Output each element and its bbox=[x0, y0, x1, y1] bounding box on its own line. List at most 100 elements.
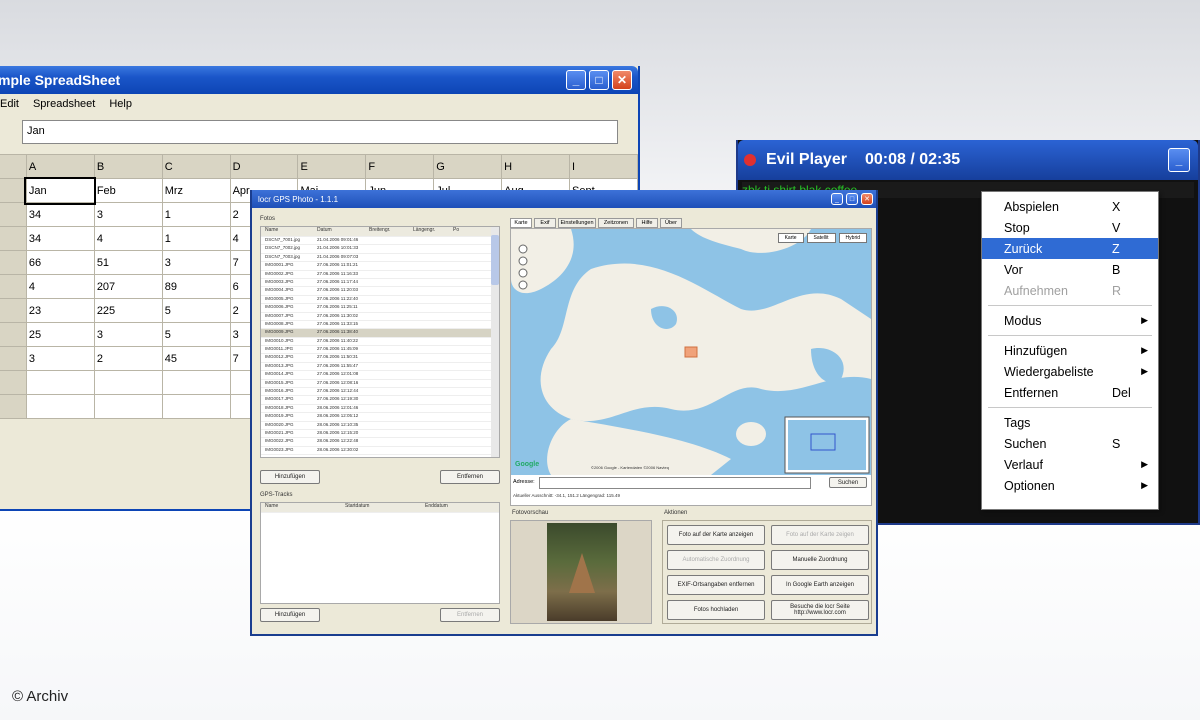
cell[interactable] bbox=[161, 394, 231, 419]
cell[interactable]: 5 bbox=[161, 322, 231, 347]
file-row[interactable]: IMG0018.JPG 28.06.2006 12:01:46 bbox=[261, 405, 499, 414]
cell[interactable]: 34 bbox=[25, 226, 95, 251]
context-menu-item[interactable]: Modus ▶ bbox=[982, 310, 1158, 331]
map-type-button[interactable]: Karte bbox=[777, 233, 804, 243]
context-menu-item[interactable]: Hinzufügen ▶ bbox=[982, 340, 1158, 361]
file-row[interactable]: IMG0009.JPG 27.06.2006 11:38:40 bbox=[261, 329, 499, 338]
action-button[interactable]: Automatische Zuordnung bbox=[667, 550, 765, 570]
file-row[interactable]: IMG0006.JPG 27.06.2006 11:25:11 bbox=[261, 304, 499, 313]
context-menu-item[interactable]: Abspielen X bbox=[982, 196, 1158, 217]
column-header[interactable]: C bbox=[161, 154, 231, 179]
column-header[interactable]: H bbox=[501, 154, 571, 179]
player-minimize-button[interactable]: _ bbox=[1168, 148, 1190, 172]
add-files-button[interactable]: Hinzufügen bbox=[260, 470, 320, 484]
context-menu-item[interactable]: Stop V bbox=[982, 217, 1158, 238]
add-track-button[interactable]: Hinzufügen bbox=[260, 608, 320, 622]
gps-close-button[interactable]: ✕ bbox=[861, 193, 873, 205]
column-header[interactable]: E bbox=[297, 154, 367, 179]
cell[interactable]: 1 bbox=[161, 226, 231, 251]
file-row[interactable]: IMG0007.JPG 27.06.2006 11:30:02 bbox=[261, 313, 499, 321]
action-button[interactable]: Foto auf der Karte zeigen bbox=[771, 525, 869, 545]
row-header[interactable] bbox=[0, 394, 27, 419]
map-type-button[interactable]: Hybrid bbox=[838, 233, 867, 243]
row-header[interactable] bbox=[0, 202, 27, 227]
file-row[interactable]: DSCN7_7001.jpg 21.04.2006 09:01:46 bbox=[261, 237, 499, 246]
column-header[interactable]: I bbox=[569, 154, 638, 179]
row-header[interactable] bbox=[0, 346, 27, 371]
cell[interactable]: Mrz bbox=[161, 178, 231, 203]
file-row[interactable]: IMG0005.JPG 27.06.2006 11:22:40 bbox=[261, 296, 499, 305]
row-header[interactable] bbox=[0, 250, 27, 275]
gps-titlebar[interactable]: locr GPS Photo - 1.1.1 _ □ ✕ bbox=[252, 190, 876, 208]
player-titlebar[interactable]: Evil Player 00:08 / 02:35 _ bbox=[738, 140, 1198, 180]
action-button[interactable]: Fotos hochladen bbox=[667, 600, 765, 620]
tab[interactable]: Einstellungen bbox=[558, 218, 596, 228]
row-header[interactable] bbox=[0, 370, 27, 395]
search-button[interactable]: Suchen bbox=[829, 477, 867, 488]
minimize-button[interactable]: _ bbox=[566, 70, 586, 90]
file-list-scrollbar[interactable] bbox=[491, 227, 499, 457]
context-menu-item[interactable]: Wiedergabeliste ▶ bbox=[982, 361, 1158, 382]
cell[interactable]: 3 bbox=[25, 346, 95, 371]
tab[interactable]: Exif bbox=[534, 218, 556, 228]
file-row[interactable]: IMG0014.JPG 27.06.2006 12:01:08 bbox=[261, 371, 499, 380]
row-header[interactable] bbox=[0, 178, 27, 203]
cell[interactable]: 51 bbox=[93, 250, 163, 275]
file-row[interactable]: DSCN7_7003.jpg 21.04.2006 09:07:03 bbox=[261, 254, 499, 263]
context-menu-item[interactable]: Verlauf ▶ bbox=[982, 454, 1158, 475]
row-header[interactable] bbox=[0, 226, 27, 251]
cell[interactable] bbox=[93, 394, 163, 419]
gps-maximize-button[interactable]: □ bbox=[846, 193, 858, 205]
file-column-header[interactable]: Breitengr. bbox=[369, 227, 413, 236]
cell[interactable]: 3 bbox=[161, 250, 231, 275]
cell[interactable]: 34 bbox=[25, 202, 95, 227]
cell[interactable]: 1 bbox=[161, 202, 231, 227]
file-row[interactable]: IMG0008.JPG 27.06.2006 11:33:15 bbox=[261, 321, 499, 330]
menu-spreadsheet[interactable]: Spreadsheet bbox=[33, 98, 95, 110]
context-menu-item[interactable]: Entfernen Del bbox=[982, 382, 1158, 403]
cell[interactable]: 2 bbox=[93, 346, 163, 371]
file-row[interactable]: IMG0011.JPG 27.06.2006 11:45:09 bbox=[261, 346, 499, 355]
address-input[interactable] bbox=[539, 477, 811, 489]
action-button[interactable]: Manuelle Zuordnung bbox=[771, 550, 869, 570]
cell[interactable]: 3 bbox=[93, 202, 163, 227]
cell[interactable] bbox=[93, 370, 163, 395]
tab[interactable]: Über bbox=[660, 218, 682, 228]
cell[interactable]: 89 bbox=[161, 274, 231, 299]
row-header[interactable] bbox=[0, 274, 27, 299]
column-header[interactable]: D bbox=[229, 154, 299, 179]
remove-track-button[interactable]: Entfernen bbox=[440, 608, 500, 622]
file-row[interactable]: IMG0004.JPG 27.06.2006 11:20:03 bbox=[261, 287, 499, 296]
cell[interactable] bbox=[161, 370, 231, 395]
file-row[interactable]: IMG0012.JPG 27.06.2006 11:50:31 bbox=[261, 354, 499, 363]
context-menu-item[interactable]: Vor B bbox=[982, 259, 1158, 280]
context-menu-item[interactable]: Tags bbox=[982, 412, 1158, 433]
file-row[interactable]: IMG0002.JPG 27.06.2006 11:16:33 bbox=[261, 271, 499, 279]
file-row[interactable]: IMG0017.JPG 27.06.2006 12:19:30 bbox=[261, 396, 499, 405]
file-row[interactable]: DSCN7_7002.jpg 21.04.2006 10:01:33 bbox=[261, 245, 499, 254]
formula-input[interactable]: Jan bbox=[22, 120, 618, 144]
file-row[interactable]: IMG0001.JPG 27.06.2006 11:01:21 bbox=[261, 262, 499, 271]
tab[interactable]: Zeitzonen bbox=[598, 218, 634, 228]
column-header[interactable]: G bbox=[433, 154, 503, 179]
context-menu-item[interactable]: Optionen ▶ bbox=[982, 475, 1158, 496]
map-view[interactable] bbox=[511, 229, 871, 475]
map-type-button[interactable]: Satellit bbox=[806, 233, 836, 243]
file-row[interactable]: IMG0020.JPG 28.06.2006 12:10:35 bbox=[261, 422, 499, 430]
file-row[interactable]: IMG0003.JPG 27.06.2006 11:17:44 bbox=[261, 279, 499, 288]
file-row[interactable]: IMG0010.JPG 27.06.2006 11:40:22 bbox=[261, 338, 499, 347]
file-row[interactable]: IMG0019.JPG 28.06.2006 12:05:12 bbox=[261, 413, 499, 422]
cell[interactable]: 66 bbox=[25, 250, 95, 275]
cell[interactable] bbox=[25, 394, 95, 419]
corner-cell[interactable] bbox=[0, 154, 27, 179]
file-row[interactable]: IMG0015.JPG 27.06.2006 12:08:16 bbox=[261, 380, 499, 389]
cell[interactable]: 225 bbox=[93, 298, 163, 323]
cell[interactable]: Feb bbox=[93, 178, 163, 203]
cell[interactable] bbox=[25, 370, 95, 395]
row-header[interactable] bbox=[0, 298, 27, 323]
action-button[interactable]: Foto auf der Karte anzeigen bbox=[667, 525, 765, 545]
column-header[interactable]: A bbox=[25, 154, 95, 179]
file-row[interactable]: IMG0023.JPG 28.06.2006 12:30:02 bbox=[261, 447, 499, 456]
column-header[interactable]: B bbox=[93, 154, 163, 179]
cell[interactable]: 23 bbox=[25, 298, 95, 323]
